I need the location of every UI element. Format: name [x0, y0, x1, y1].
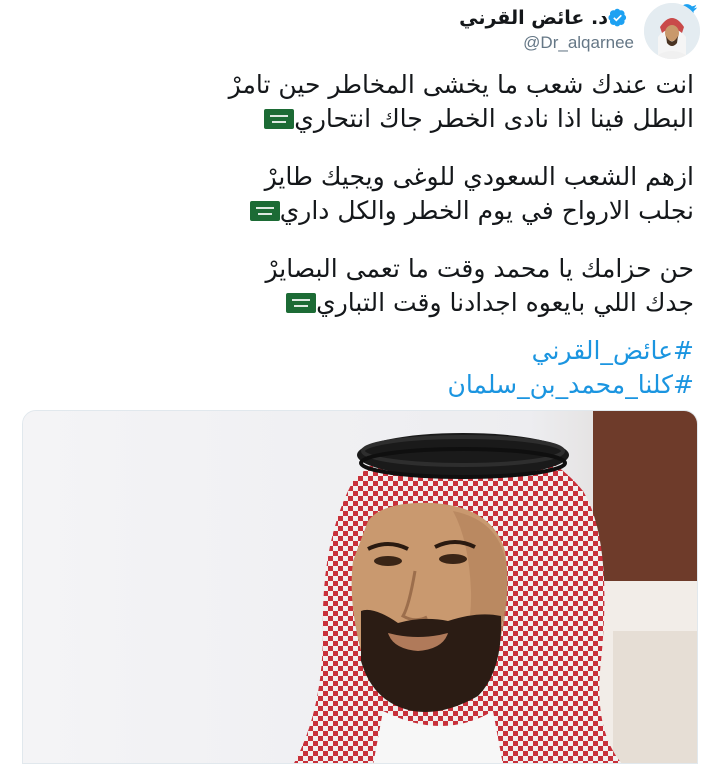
hashtag-link[interactable]: #عائض_القرني [54, 334, 694, 368]
stanza: انت عندك شعب ما يخشى المخاطر حين تامرْ ا… [54, 68, 694, 136]
tweet-card: د. عائض القرني @Dr_alqarnee انت عندك شعب… [0, 0, 720, 764]
author-names: د. عائض القرني @Dr_alqarnee [459, 3, 634, 53]
poem-line-text: البطل فينا اذا نادى الخطر جاك انتحاري [294, 104, 694, 133]
verified-badge-icon [608, 8, 627, 27]
saudi-flag-icon [286, 293, 317, 313]
author-handle[interactable]: @Dr_alqarnee [523, 33, 634, 53]
tweet-text: انت عندك شعب ما يخشى المخاطر حين تامرْ ا… [54, 68, 694, 402]
tweet-photo[interactable] [22, 410, 698, 764]
hashtag-link[interactable]: #كلنا_محمد_بن_سلمان [54, 368, 694, 402]
name-row: د. عائض القرني [459, 7, 634, 29]
poem-line-text: نجلب الارواح في يوم الخطر والكل داري [279, 196, 694, 225]
poem-line-text: حن حزامك يا محمد وقت ما تعمى البصايرْ [265, 254, 695, 283]
saudi-flag-icon [249, 201, 280, 221]
avatar[interactable] [644, 3, 700, 59]
poem-line: نجلب الارواح في يوم الخطر والكل داري [54, 194, 694, 228]
tweet-author[interactable]: د. عائض القرني @Dr_alqarnee [459, 3, 700, 61]
poem-line-text: انت عندك شعب ما يخشى المخاطر حين تامرْ [228, 70, 694, 99]
poem-line: انت عندك شعب ما يخشى المخاطر حين تامرْ [54, 68, 694, 102]
avatar-image [644, 3, 700, 59]
stanza: حن حزامك يا محمد وقت ما تعمى البصايرْ جد… [54, 252, 695, 320]
poem-line-text: جدك اللي بايعوه اجدادنا وقت التباري [316, 288, 694, 317]
poem-line: البطل فينا اذا نادى الخطر جاك انتحاري [54, 102, 694, 136]
saudi-flag-icon [264, 109, 295, 129]
portrait-photo [23, 411, 697, 763]
display-name[interactable]: د. عائض القرني [459, 7, 608, 29]
poem-line: ازهم الشعب السعودي للوغى ويجيك طايرْ [54, 160, 694, 194]
poem-line-text: ازهم الشعب السعودي للوغى ويجيك طايرْ [264, 162, 694, 191]
poem-line: جدك اللي بايعوه اجدادنا وقت التباري [54, 286, 694, 320]
stanza: ازهم الشعب السعودي للوغى ويجيك طايرْ نجل… [54, 160, 694, 228]
hashtags: #عائض_القرني #كلنا_محمد_بن_سلمان [54, 334, 694, 402]
poem-line: حن حزامك يا محمد وقت ما تعمى البصايرْ [54, 252, 695, 286]
